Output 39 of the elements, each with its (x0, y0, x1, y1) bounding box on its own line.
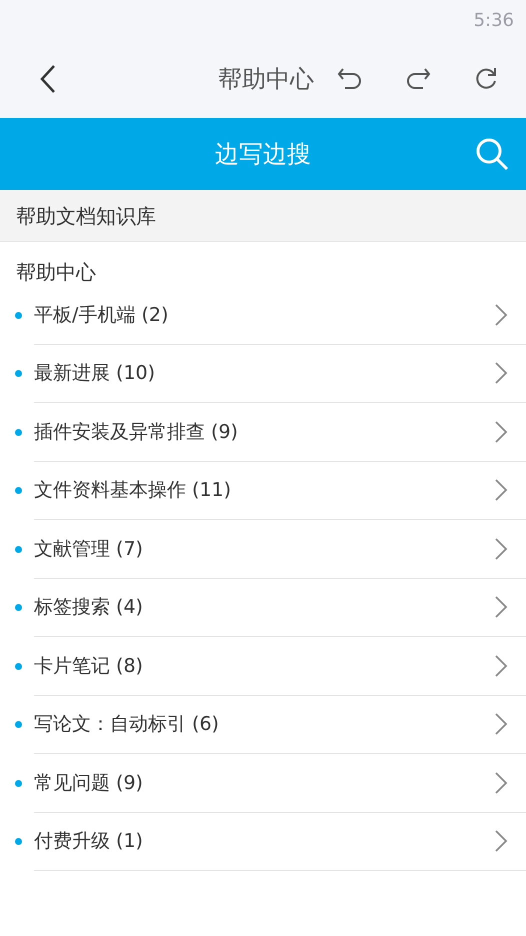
list-item[interactable]: 常见问题 (9) (34, 754, 526, 812)
list-item[interactable]: 标签搜索 (4) (34, 578, 526, 637)
list-item[interactable]: 付费升级 (1) (34, 812, 526, 871)
chevron-icon (494, 361, 508, 386)
bullet-dot (15, 428, 22, 436)
bullet-dot (15, 604, 22, 612)
bullet-dot (15, 721, 22, 728)
bullet-dot (15, 312, 22, 319)
bullet-dot (15, 370, 22, 378)
list-item[interactable]: 文件资料基本操作 (11) (34, 462, 526, 520)
bullet-dot (15, 780, 22, 787)
back-icon (38, 63, 58, 95)
list-item[interactable]: 插件安装及异常排查 (9) (34, 403, 526, 462)
list-item[interactable]: 最新进展 (10) (34, 344, 526, 403)
list-item[interactable]: 卡片笔记 (8) (34, 637, 526, 696)
chevron-icon (494, 654, 508, 678)
chevron-icon (494, 829, 508, 854)
list-item[interactable]: 平板/手机端 (2) (34, 286, 526, 344)
search-bar-title: 边写边搜 (215, 139, 311, 170)
chevron-icon (494, 478, 508, 502)
chevron-icon (494, 536, 508, 561)
chevron-icon (494, 770, 508, 795)
list-item[interactable]: 写论文：自动标引 (6) (34, 696, 526, 754)
bullet-dot (15, 487, 22, 494)
redo-icon (405, 66, 431, 92)
group-title: 帮助中心 (16, 260, 96, 284)
bullet-dot (15, 662, 22, 670)
clock-time: 5:36 (474, 8, 514, 32)
chevron-icon (494, 712, 508, 736)
bullet-dot (15, 546, 22, 553)
search-icon (475, 137, 509, 171)
undo-icon (337, 66, 363, 92)
page-title: 帮助中心 (218, 64, 314, 95)
bullet-dot (15, 838, 22, 846)
chevron-icon (494, 420, 508, 444)
section-header: 帮助文档知识库 (0, 190, 526, 242)
chevron-icon (494, 302, 508, 327)
chevron-icon (494, 595, 508, 620)
list-item[interactable]: 文献管理 (7) (34, 520, 526, 578)
